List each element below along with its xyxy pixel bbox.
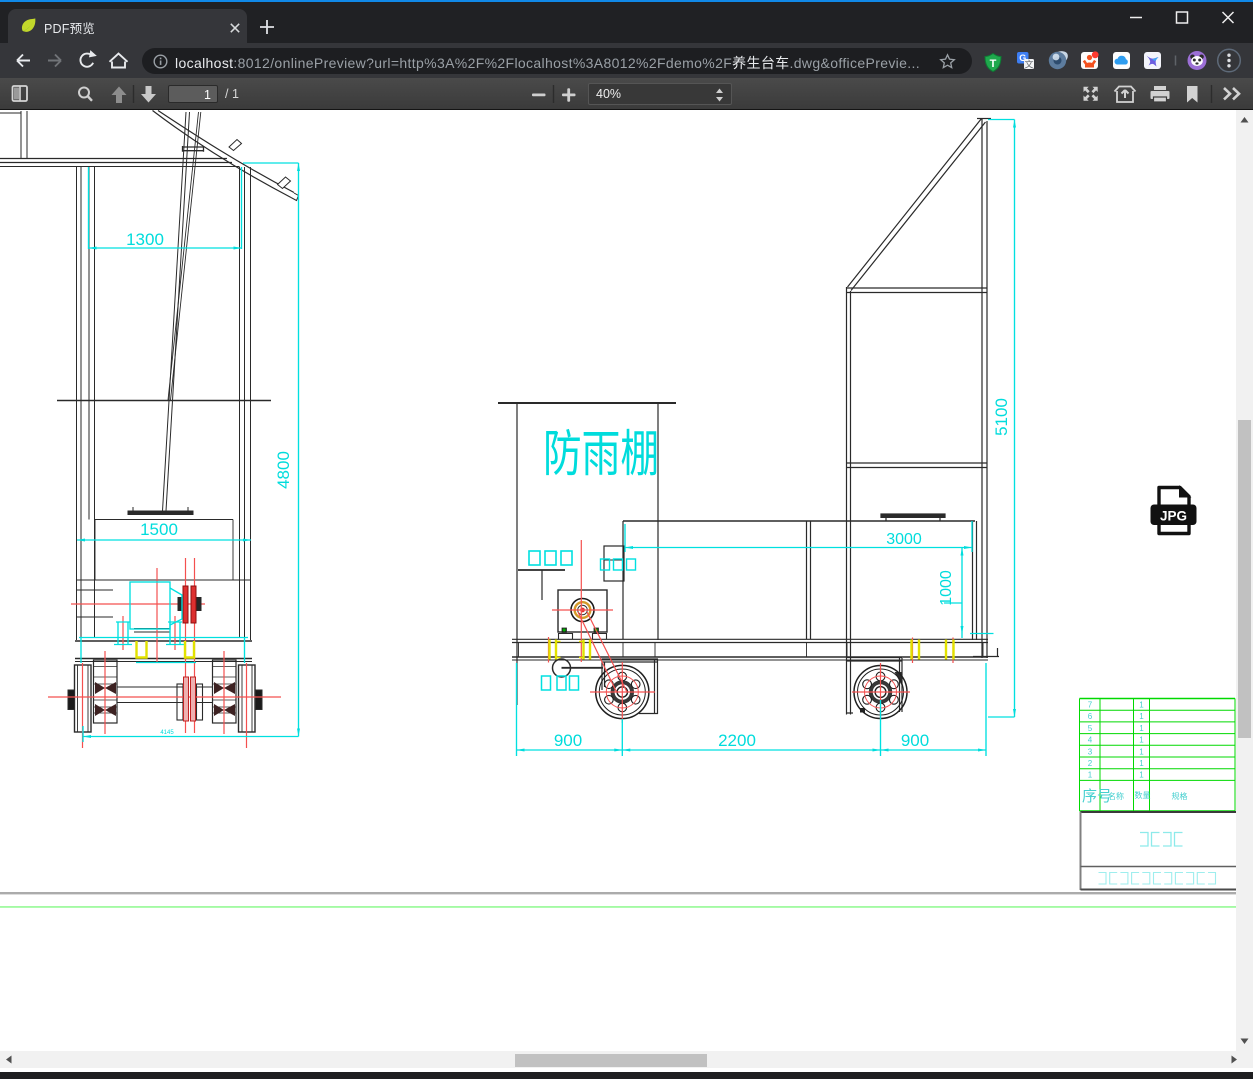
svg-text:1: 1 [1088, 771, 1093, 780]
svg-text:2: 2 [1088, 759, 1093, 768]
svg-text:T: T [990, 58, 997, 70]
svg-text:1: 1 [1139, 736, 1144, 745]
svg-text:900: 900 [554, 731, 582, 750]
svg-text:1300: 1300 [126, 230, 164, 249]
svg-text:3000: 3000 [886, 531, 922, 548]
svg-text:文: 文 [1024, 59, 1033, 70]
svg-text:1: 1 [1139, 771, 1144, 780]
svg-text:4: 4 [1088, 736, 1093, 745]
svg-text:名称: 名称 [1108, 791, 1124, 802]
svg-text:1: 1 [1139, 712, 1144, 721]
svg-text:JPG: JPG [1160, 509, 1187, 524]
svg-text:5100: 5100 [992, 398, 1011, 436]
svg-text:4800: 4800 [274, 451, 293, 489]
svg-text:5: 5 [1088, 724, 1093, 733]
svg-text:1000: 1000 [938, 570, 955, 606]
svg-text:规格: 规格 [1172, 791, 1188, 802]
svg-text:4145: 4145 [160, 730, 174, 736]
svg-text:1: 1 [1139, 759, 1144, 768]
svg-text:防雨棚: 防雨棚 [543, 414, 659, 486]
svg-text:1: 1 [1139, 747, 1144, 756]
svg-text:1: 1 [1139, 701, 1144, 710]
svg-text:7: 7 [1088, 701, 1093, 710]
svg-text:1500: 1500 [140, 520, 178, 539]
svg-text:6: 6 [1088, 712, 1093, 721]
svg-text:数量: 数量 [1135, 790, 1151, 801]
svg-text:1: 1 [1139, 724, 1144, 733]
svg-text:900: 900 [901, 731, 929, 750]
svg-text:2200: 2200 [718, 731, 756, 750]
svg-text:3: 3 [1088, 747, 1093, 756]
